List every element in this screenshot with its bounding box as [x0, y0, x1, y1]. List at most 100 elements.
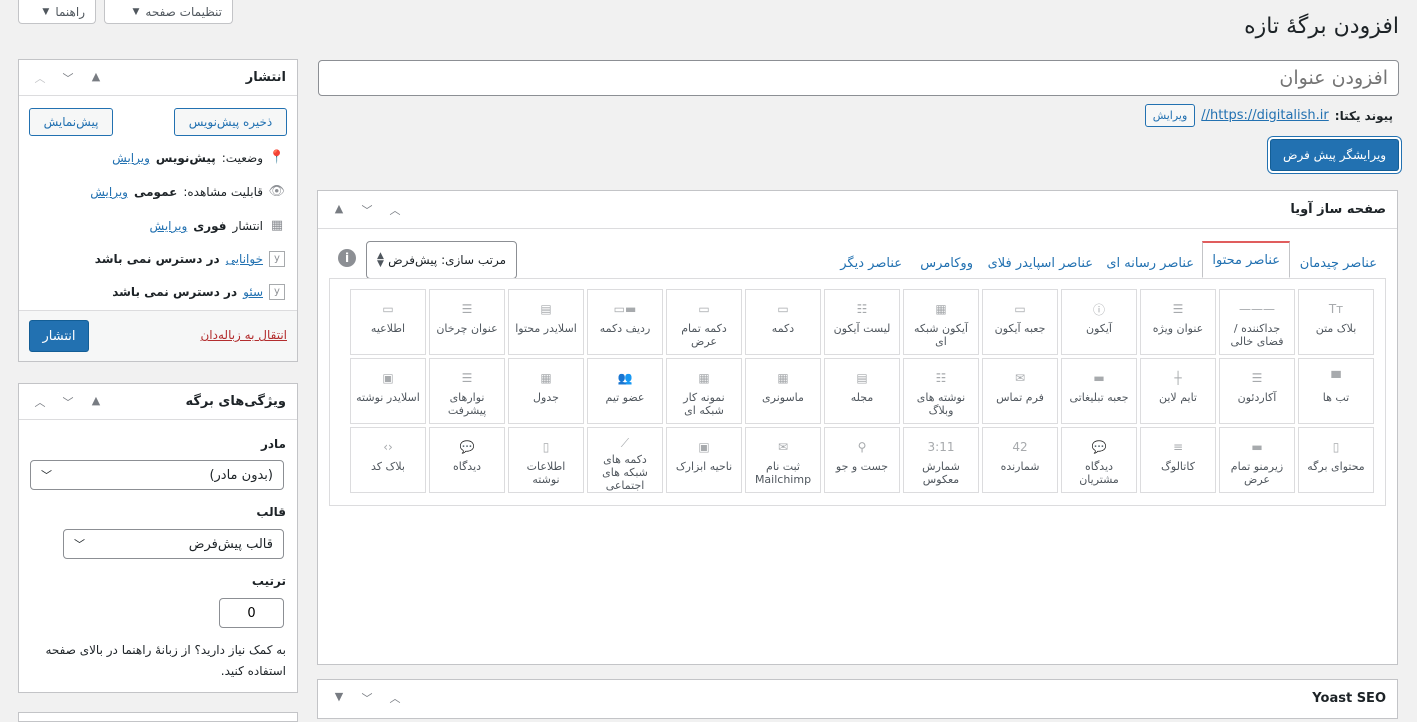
page-attributes-panel: ویژگی‌های برگه ︿ ﹀ ▲ مادر (بدون مادر) ﹀ … — [18, 383, 298, 693]
preview-button[interactable]: پیش‌نمایش — [29, 108, 113, 136]
parent-select[interactable]: (بدون مادر) ﹀ — [30, 460, 284, 490]
tab-media-elements[interactable]: عناصر رسانه ای — [1106, 250, 1194, 276]
element-countdown[interactable]: 3:11 شمارش معکوس — [903, 427, 979, 493]
publish-button[interactable]: انتشار — [29, 320, 89, 352]
tab-other-elements[interactable]: عناصر دیگر — [840, 250, 902, 276]
element-icon-list[interactable]: ☷ لیست آیکون — [824, 289, 900, 355]
info-icon[interactable]: i — [338, 249, 356, 267]
sort-select[interactable]: مرتب سازی: پیش‌فرض ▲ ▼ — [366, 241, 517, 279]
element-separator[interactable]: ——— جداکننده / فضای خالی — [1219, 289, 1295, 355]
chevron-up-icon[interactable]: ︿ — [386, 690, 404, 706]
element-button-row[interactable]: ▭▬ ردیف دکمه — [587, 289, 663, 355]
visibility-edit-link[interactable]: ویرایش — [90, 185, 128, 199]
template-select[interactable]: قالب پیش‌فرض ﹀ — [63, 529, 284, 559]
element-catalogue[interactable]: ≡ کاتالوگ — [1140, 427, 1216, 493]
save-draft-button[interactable]: ذخیره پیش‌نویس — [174, 108, 287, 136]
accordion-icon: ☰ — [1251, 371, 1263, 385]
element-team-member[interactable]: 👥 عضو تیم — [587, 358, 663, 424]
element-testimonials[interactable]: 💬 دیدگاه مشتریان — [1061, 427, 1137, 493]
chevron-up-icon[interactable]: ︿ — [386, 202, 404, 218]
screen-options-button[interactable]: تنظیمات صفحه ▼ — [104, 0, 233, 24]
title-input[interactable] — [318, 60, 1399, 96]
element-envelope[interactable]: ✉ فرم تماس — [982, 358, 1058, 424]
element-magazine[interactable]: ▤ مجله — [824, 358, 900, 424]
permalink-url[interactable]: https://digitalish.ir// — [1201, 108, 1328, 123]
chevron-up-icon[interactable]: ︿ — [31, 70, 49, 86]
element-icon-box[interactable]: ▭ جعبه آیکون — [982, 289, 1058, 355]
element-mailchimp[interactable]: ✉ ثبت نام Mailchimp — [745, 427, 821, 493]
element-promo-box[interactable]: ▬ جعبه تبلیغاتی — [1061, 358, 1137, 424]
element-comments[interactable]: 💬 دیدگاه — [429, 427, 505, 493]
element-text-block[interactable]: Tт بلاک متن — [1298, 289, 1374, 355]
move-up-icon[interactable]: ▲ — [87, 394, 105, 410]
order-input[interactable] — [219, 598, 284, 628]
tab-spiderfly-elements[interactable]: عناصر اسپایدر فلای — [988, 250, 1093, 276]
element-label: ثبت نام Mailchimp — [754, 460, 812, 486]
trash-link[interactable]: انتقال به زباله‌دان — [200, 328, 287, 342]
parent-label: مادر — [260, 437, 286, 451]
element-masonry[interactable]: ▦ ماسونری — [745, 358, 821, 424]
element-post-slider[interactable]: ▣ اسلایدر نوشته — [350, 358, 426, 424]
fullwidth-button-icon: ▭ — [698, 302, 710, 316]
help-button[interactable]: راهنما ▼ — [18, 0, 96, 24]
notification-icon: ▭ — [382, 302, 394, 316]
element-progress-bars[interactable]: ☰ نوارهای پیشرفت — [429, 358, 505, 424]
code-block-icon: ‹› — [383, 440, 393, 454]
element-blog-posts[interactable]: ☷ نوشته های وبلاگ — [903, 358, 979, 424]
element-rotating-heading[interactable]: ☰ عنوان چرخان — [429, 289, 505, 355]
element-label: عنوان چرخان — [436, 322, 498, 335]
element-info-circle[interactable]: ⓘ آیکون — [1061, 289, 1137, 355]
default-editor-button[interactable]: ویرایشگر پیش فرض — [1270, 139, 1399, 171]
element-timeline[interactable]: ┼ تایم لاین — [1140, 358, 1216, 424]
element-fullwidth-submenu[interactable]: ▬ زیرمنو تمام عرض — [1219, 427, 1295, 493]
tab-layout-elements[interactable]: عناصر چیدمان — [1300, 250, 1377, 276]
chevron-down-icon[interactable]: ﹀ — [59, 70, 77, 86]
tab-content-elements[interactable]: عناصر محتوا — [1202, 241, 1290, 278]
element-tabs[interactable]: ▀ تب ها — [1298, 358, 1374, 424]
element-label: ماسونری — [762, 391, 804, 404]
element-social-buttons[interactable]: ⟋ دکمه های شبکه های اجتماعی — [587, 427, 663, 493]
parent-value: (بدون مادر) — [209, 467, 273, 483]
element-accordion[interactable]: ☰ آکاردئون — [1219, 358, 1295, 424]
tab-woocommerce[interactable]: ووکامرس — [920, 250, 973, 276]
element-label: دکمه — [771, 322, 795, 335]
element-label: آکاردئون — [1237, 391, 1277, 404]
move-down-icon[interactable]: ▲ — [330, 202, 348, 218]
element-fullwidth-button[interactable]: ▭ دکمه تمام عرض — [666, 289, 742, 355]
schedule-edit-link[interactable]: ویرایش — [150, 219, 188, 233]
element-post-info[interactable]: ▯ اطلاعات نوشته — [508, 427, 584, 493]
element-button[interactable]: ▭ دکمه — [745, 289, 821, 355]
yoast-title: Yoast SEO — [1312, 690, 1386, 706]
element-notification[interactable]: ▭ اطلاعیه — [350, 289, 426, 355]
permalink-edit-button[interactable]: ویرایش — [1144, 104, 1196, 127]
element-label: دیدگاه مشتریان — [1079, 460, 1119, 486]
move-down-icon[interactable]: ▼ — [330, 690, 348, 706]
chevron-down-icon[interactable]: ﹀ — [59, 394, 77, 410]
element-widget-area[interactable]: ▣ ناحیه ابزارک — [666, 427, 742, 493]
status-edit-link[interactable]: ویرایش — [112, 151, 150, 165]
element-counter[interactable]: 42 شمارنده — [982, 427, 1058, 493]
widget-area-icon: ▣ — [698, 440, 710, 454]
visibility-row: 👁 قابلیت مشاهده: عمومی ویرایش — [90, 184, 285, 200]
table-icon: ▦ — [540, 371, 552, 385]
element-content-slider[interactable]: ▤ اسلایدر محتوا — [508, 289, 584, 355]
element-search[interactable]: ⚲ جست و جو — [824, 427, 900, 493]
element-table[interactable]: ▦ جدول — [508, 358, 584, 424]
chevron-up-icon[interactable]: ︿ — [31, 394, 49, 410]
element-special-heading[interactable]: ☰ عنوان ویژه — [1140, 289, 1216, 355]
chevron-down-icon[interactable]: ﹀ — [358, 690, 376, 706]
readability-link[interactable]: خوانایی — [226, 252, 263, 266]
element-code-block[interactable]: ‹› بلاک کد — [350, 427, 426, 493]
element-label: آیکون — [1086, 322, 1112, 335]
seo-link[interactable]: سئو — [243, 285, 263, 299]
element-portfolio-grid[interactable]: ▦ نمونه کار شبکه ای — [666, 358, 742, 424]
element-icon-grid[interactable]: ▦ آیکون شبکه ای — [903, 289, 979, 355]
elements-grid: Tт بلاک متن ——— جداکننده / فضای خالی ☰ عنوان … — [329, 278, 1386, 506]
featured-image-panel — [18, 712, 298, 722]
element-label: عنوان ویژه — [1152, 322, 1204, 335]
move-up-icon[interactable]: ▲ — [87, 70, 105, 86]
element-label: نوارهای پیشرفت — [447, 391, 487, 417]
chevron-down-icon[interactable]: ﹀ — [358, 202, 376, 218]
element-page-content[interactable]: ▯ محتوای برگه — [1298, 427, 1374, 493]
element-label: مجله — [850, 391, 874, 404]
